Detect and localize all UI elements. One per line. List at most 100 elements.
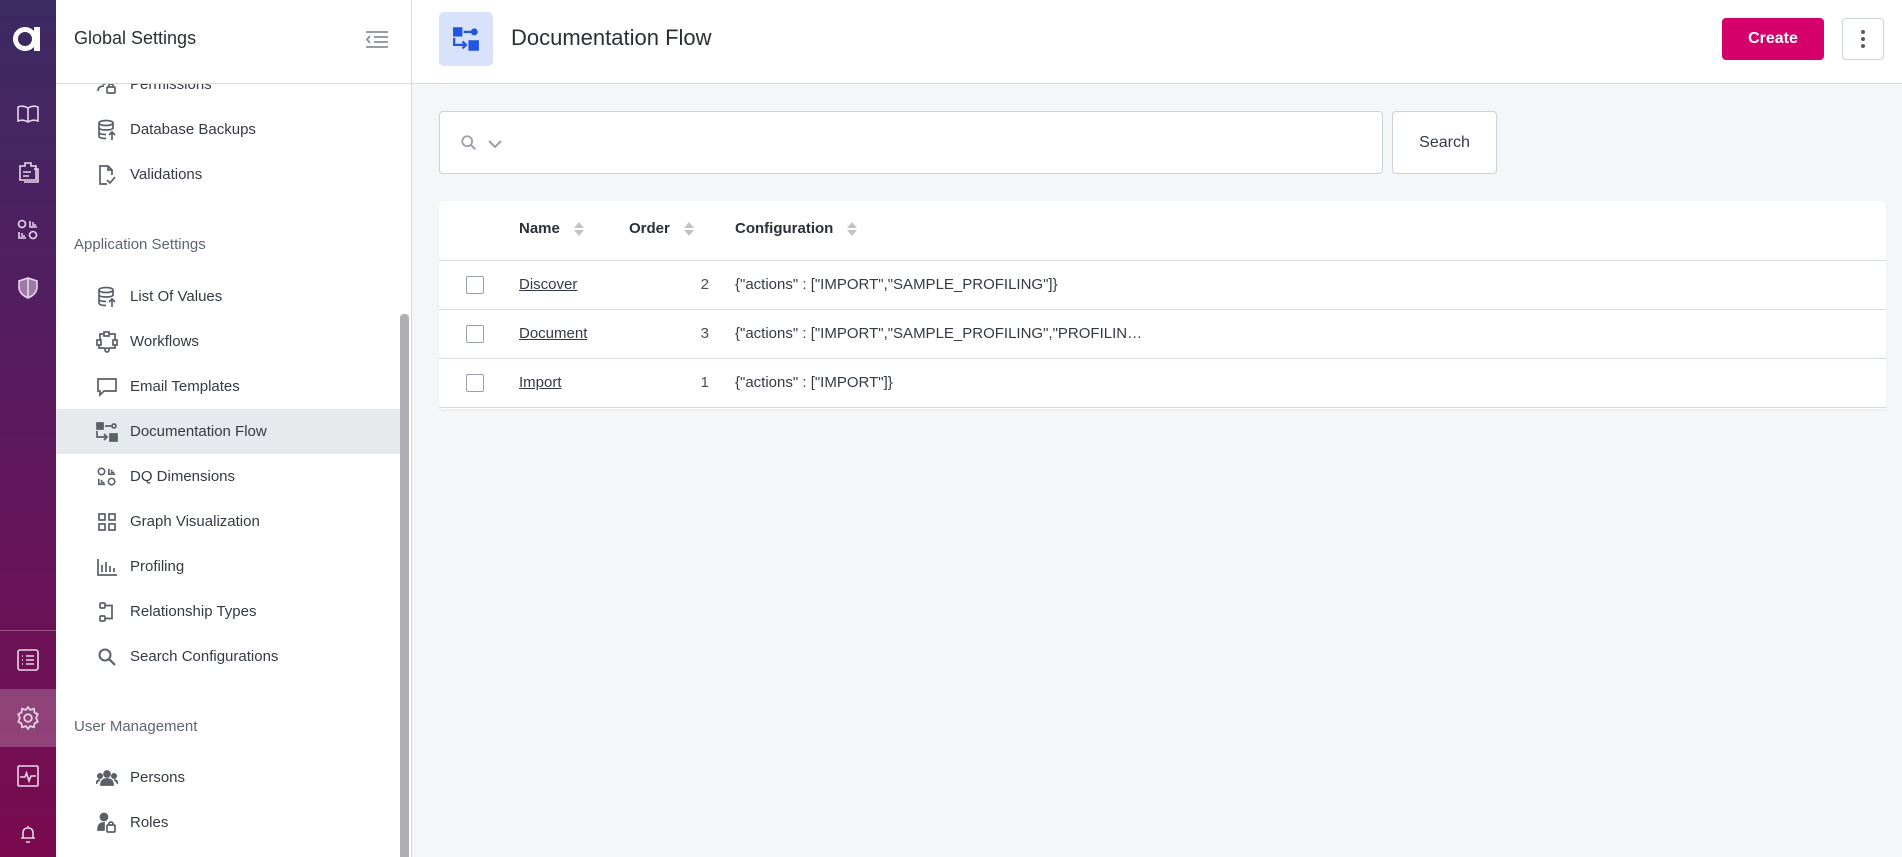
row-name-link[interactable]: Discover bbox=[519, 276, 577, 293]
sidebar-item-label: DQ Dimensions bbox=[130, 468, 236, 485]
rail-settings[interactable] bbox=[0, 689, 56, 747]
sidebar-item-label: Documentation Flow bbox=[130, 423, 267, 440]
workflow-icon bbox=[96, 330, 118, 353]
sidebar-item-label: Graph Visualization bbox=[130, 513, 260, 530]
column-header-configuration[interactable]: Configuration bbox=[735, 220, 858, 237]
sidebar-item-database-backups[interactable]: Database Backups bbox=[56, 107, 400, 152]
sidebar-item-label: Validations bbox=[130, 166, 203, 183]
app-rail bbox=[0, 0, 56, 857]
settings-panel-header: Global Settings bbox=[56, 0, 411, 84]
sidebar-item-label: Workflows bbox=[130, 333, 199, 350]
rail-dq[interactable] bbox=[0, 208, 56, 252]
bar-chart-icon bbox=[96, 556, 118, 578]
dq-dimensions-icon bbox=[17, 219, 38, 240]
sidebar-item-label: Search Configurations bbox=[130, 648, 279, 665]
table-row: Discover 2 {"actions" : ["IMPORT","SAMPL… bbox=[439, 261, 1886, 310]
gear-icon bbox=[17, 705, 39, 731]
section-label-user-management: User Management bbox=[74, 718, 198, 735]
sidebar-item-email-templates[interactable]: Email Templates bbox=[56, 364, 400, 409]
list-icon bbox=[17, 649, 39, 671]
section-label-application-settings: Application Settings bbox=[74, 236, 206, 253]
sidebar-item-dq-dimensions[interactable]: DQ Dimensions bbox=[56, 454, 400, 499]
sort-icon bbox=[683, 221, 694, 236]
people-icon bbox=[96, 767, 118, 789]
row-configuration: {"actions" : ["IMPORT","SAMPLE_PROFILING… bbox=[735, 276, 1058, 293]
rail-list[interactable] bbox=[0, 638, 56, 682]
search-icon bbox=[96, 646, 118, 668]
settings-panel: Global Settings Permissions Database Bac… bbox=[56, 0, 412, 857]
sidebar-item-label: Permissions bbox=[130, 84, 212, 93]
row-checkbox[interactable] bbox=[466, 374, 484, 392]
dq-dimensions-icon bbox=[96, 466, 118, 488]
more-options-button[interactable] bbox=[1842, 18, 1884, 60]
create-button[interactable]: Create bbox=[1722, 18, 1824, 60]
row-configuration: {"actions" : ["IMPORT"]} bbox=[735, 374, 893, 391]
dot bbox=[1861, 37, 1865, 41]
table-header: Name Order Configuration bbox=[439, 201, 1886, 261]
sort-icon bbox=[847, 221, 858, 236]
column-header-name[interactable]: Name bbox=[519, 220, 584, 237]
sidebar-item-search-configurations[interactable]: Search Configurations bbox=[56, 634, 400, 679]
logo-icon bbox=[13, 27, 40, 51]
row-order: 2 bbox=[700, 276, 709, 293]
bell-icon bbox=[21, 826, 35, 843]
relationship-icon bbox=[96, 601, 118, 623]
table-row: Import 1 {"actions" : ["IMPORT"]} bbox=[439, 359, 1886, 408]
chat-icon bbox=[96, 376, 118, 398]
sidebar-item-label: Relationship Types bbox=[130, 603, 257, 620]
row-name-link[interactable]: Import bbox=[519, 374, 562, 391]
search-button[interactable]: Search bbox=[1392, 111, 1497, 174]
column-label: Order bbox=[629, 220, 670, 237]
flow-icon bbox=[96, 421, 118, 443]
sidebar-item-permissions[interactable]: Permissions bbox=[56, 84, 400, 107]
sidebar-item-roles[interactable]: Roles bbox=[56, 800, 400, 845]
sidebar-item-profiling[interactable]: Profiling bbox=[56, 544, 400, 589]
grid-icon bbox=[96, 511, 118, 533]
database-upload-icon bbox=[96, 286, 118, 308]
sidebar-item-label: Database Backups bbox=[130, 121, 256, 138]
column-label: Name bbox=[519, 220, 560, 237]
search-input[interactable] bbox=[520, 122, 1360, 164]
rail-notifications[interactable] bbox=[0, 812, 56, 856]
rail-security[interactable] bbox=[0, 266, 56, 310]
sidebar-item-relationship-types[interactable]: Relationship Types bbox=[56, 589, 400, 634]
search-field[interactable] bbox=[439, 111, 1383, 174]
row-checkbox[interactable] bbox=[466, 276, 484, 294]
person-lock-icon bbox=[96, 84, 118, 96]
sidebar-item-documentation-flow[interactable]: Documentation Flow bbox=[56, 409, 400, 454]
chevron-down-icon[interactable] bbox=[488, 136, 502, 154]
app-logo[interactable] bbox=[0, 18, 56, 60]
row-configuration: {"actions" : ["IMPORT","SAMPLE_PROFILING… bbox=[735, 325, 1143, 342]
collapse-menu-icon bbox=[365, 31, 388, 48]
rail-book[interactable] bbox=[0, 92, 56, 136]
rail-divider bbox=[0, 630, 56, 631]
sort-icon bbox=[573, 221, 584, 236]
monitor-icon bbox=[17, 765, 39, 787]
sidebar-item-label: Roles bbox=[130, 814, 169, 831]
collapse-panel-button[interactable] bbox=[365, 30, 389, 50]
column-label: Configuration bbox=[735, 220, 834, 237]
row-order: 1 bbox=[700, 374, 709, 391]
book-icon bbox=[17, 105, 39, 123]
row-name-link[interactable]: Document bbox=[519, 325, 587, 342]
sidebar-item-label: List Of Values bbox=[130, 288, 223, 305]
page-title: Documentation Flow bbox=[511, 25, 712, 50]
flow-icon bbox=[453, 27, 479, 51]
sidebar-item-label: Profiling bbox=[130, 558, 185, 575]
sidebar-item-graph-visualization[interactable]: Graph Visualization bbox=[56, 499, 400, 544]
sidebar-item-label: Persons bbox=[130, 769, 186, 786]
person-lock-icon bbox=[96, 812, 118, 834]
database-upload-icon bbox=[96, 119, 118, 141]
search-icon bbox=[460, 134, 478, 157]
column-header-order[interactable]: Order bbox=[629, 220, 694, 237]
rail-monitor[interactable] bbox=[0, 754, 56, 798]
sidebar-item-persons[interactable]: Persons bbox=[56, 755, 400, 800]
sidebar-item-validations[interactable]: Validations bbox=[56, 152, 400, 197]
settings-nav-scrollbar[interactable] bbox=[400, 314, 409, 857]
shield-icon bbox=[18, 277, 38, 299]
row-checkbox[interactable] bbox=[466, 325, 484, 343]
sidebar-item-workflows[interactable]: Workflows bbox=[56, 319, 400, 364]
page-icon bbox=[439, 12, 493, 66]
sidebar-item-list-of-values[interactable]: List Of Values bbox=[56, 274, 400, 319]
rail-documents[interactable] bbox=[0, 150, 56, 194]
